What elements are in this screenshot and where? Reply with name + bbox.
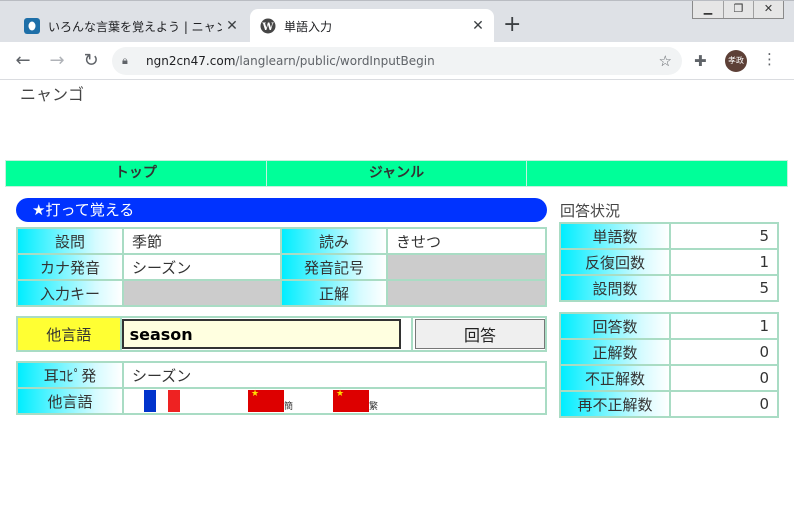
window-controls: ▁ ❐ ✕: [692, 1, 784, 19]
url-host: ngn2cn47.com: [146, 54, 236, 68]
status-label: 反復回数: [559, 248, 671, 276]
mode-title: ★打って覚える: [16, 198, 547, 222]
status-value: 0: [669, 390, 779, 418]
question-value: 季節: [122, 227, 282, 255]
answer-table: 他言語 回答: [16, 316, 547, 352]
answer-input[interactable]: [121, 319, 401, 349]
other-language-label: 他言語: [16, 387, 124, 415]
answer-button-cell: 回答: [412, 316, 547, 352]
back-icon[interactable]: ←: [12, 50, 34, 72]
close-tab-icon[interactable]: ✕: [468, 18, 488, 34]
close-tab-icon[interactable]: ✕: [222, 18, 242, 34]
input-key-label: 入力キー: [16, 279, 124, 307]
status-value: 1: [669, 312, 779, 340]
status-table-answers: 回答数 1 正解数 0 不正解数 0 再不正解数 0: [559, 312, 779, 418]
reload-icon[interactable]: ↻: [80, 50, 102, 72]
menu-item-genre[interactable]: ジャンル: [267, 161, 528, 186]
menu-item-empty: [527, 161, 787, 186]
extensions-puzzle-icon[interactable]: ✚: [694, 52, 707, 70]
kana-value: シーズン: [122, 253, 282, 281]
tab-strip: いろんな言葉を覚えよう | ニャン語 ✕ W 単語入力 ✕ + ▁ ❐ ✕: [0, 0, 794, 43]
nav-menu: トップ ジャンル: [5, 160, 788, 187]
close-window-icon[interactable]: ✕: [753, 1, 783, 18]
address-bar[interactable]: 🔒︎ ngn2cn47.com/langlearn/public/wordInp…: [112, 47, 682, 75]
status-label: 再不正解数: [559, 390, 671, 418]
input-key-value: [122, 279, 282, 307]
minimize-icon[interactable]: ▁: [693, 1, 723, 18]
reading-value: きせつ: [386, 227, 547, 255]
china-flag-icon[interactable]: [333, 389, 370, 412]
status-value: 0: [669, 338, 779, 366]
status-label: 回答数: [559, 312, 671, 340]
tab-nyango[interactable]: いろんな言葉を覚えよう | ニャン語 ✕: [14, 9, 248, 43]
status-title: 回答状況: [560, 202, 621, 220]
info-table: 耳ｺﾋﾟ発 シーズン 他言語 簡繁: [16, 361, 547, 415]
restore-icon[interactable]: ❐: [723, 1, 753, 18]
url-path: /langlearn/public/wordInputBegin: [235, 54, 435, 68]
tab-title: いろんな言葉を覚えよう | ニャン語: [48, 19, 222, 34]
flag-list: 簡繁: [122, 387, 547, 415]
status-value: 5: [669, 222, 779, 250]
site-title[interactable]: ニャンゴ: [20, 81, 84, 105]
china-flag-icon[interactable]: [248, 389, 284, 412]
site-favicon-icon: [24, 18, 40, 34]
correct-value: [386, 279, 547, 307]
status-value: 1: [669, 248, 779, 276]
status-table-words: 単語数 5 反復回数 1 設問数 5: [559, 222, 779, 302]
status-label: 不正解数: [559, 364, 671, 392]
flag-text-simplified: 簡: [284, 402, 294, 412]
question-table: 設問 季節 読み きせつ カナ発音 シーズン 発音記号 入力キー 正解: [16, 227, 547, 307]
answer-language-label: 他言語: [16, 316, 122, 352]
tab-title: 単語入力: [284, 19, 333, 34]
status-value: 5: [669, 274, 779, 302]
flag-text-traditional: 繁: [369, 402, 379, 412]
ear-copy-label: 耳ｺﾋﾟ発: [16, 361, 124, 389]
correct-label: 正解: [280, 279, 388, 307]
browser-toolbar: ← → ↻ 🔒︎ ngn2cn47.com/langlearn/public/w…: [0, 42, 794, 80]
forward-icon[interactable]: →: [46, 50, 68, 72]
france-flag-icon[interactable]: [144, 390, 180, 412]
bookmark-star-icon[interactable]: ☆: [659, 52, 672, 70]
phonetic-label: 発音記号: [280, 253, 388, 281]
status-label: 正解数: [559, 338, 671, 366]
status-value: 0: [669, 364, 779, 392]
wordpress-icon: W: [260, 18, 276, 34]
question-label: 設問: [16, 227, 124, 255]
kana-label: カナ発音: [16, 253, 124, 281]
tab-word-input[interactable]: W 単語入力 ✕: [250, 9, 494, 43]
answer-input-cell: [119, 316, 414, 352]
menu-kebab-icon[interactable]: ⋮: [762, 50, 777, 68]
menu-item-top[interactable]: トップ: [6, 161, 267, 186]
ear-copy-value: シーズン: [122, 361, 547, 389]
phonetic-value: [386, 253, 547, 281]
status-label: 単語数: [559, 222, 671, 250]
new-tab-icon[interactable]: +: [503, 13, 521, 37]
answer-button[interactable]: 回答: [415, 319, 545, 349]
lock-icon[interactable]: 🔒︎: [122, 54, 136, 68]
svg-text:W: W: [261, 22, 274, 33]
status-label: 設問数: [559, 274, 671, 302]
reading-label: 読み: [280, 227, 388, 255]
avatar[interactable]: 孝政: [725, 50, 747, 72]
